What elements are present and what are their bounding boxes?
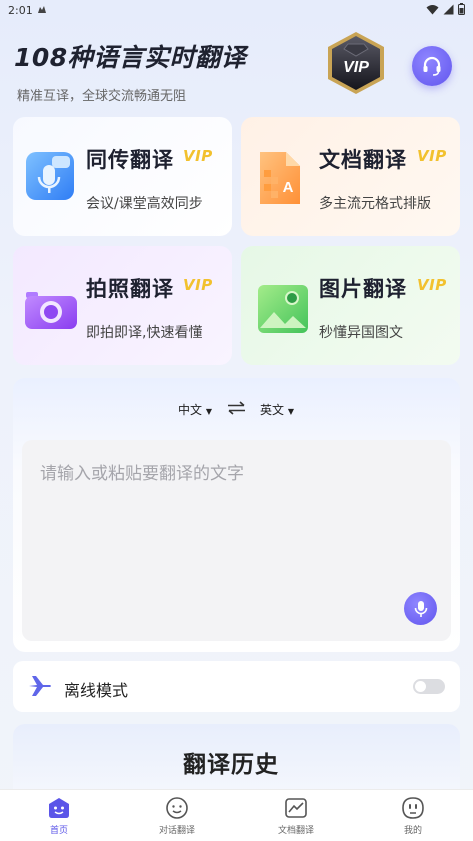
nav-dialog-translation[interactable]: 对话翻译 [137,797,217,836]
swap-icon [228,401,245,415]
camera-icon [24,286,78,334]
customer-service-button[interactable] [412,46,452,86]
home-face-icon [49,798,69,818]
card-image-translation[interactable]: 图片翻译 VIP 秒懂异国图文 [241,246,460,365]
swap-languages-button[interactable] [227,400,246,419]
target-language-select[interactable]: 英文 ▼ [260,401,294,418]
card-title: 同传翻译 [86,148,174,172]
nav-document-translation[interactable]: 文档翻译 [256,797,336,836]
card-document-translation[interactable]: A 文档翻译 VIP 多主流元格式排版 [241,117,460,236]
offline-mode-label: 离线模式 [64,681,129,700]
card-title: 拍照翻译 [86,277,174,301]
target-language-label: 英文 [260,403,285,417]
page-subtitle: 精准互译，全球交流畅通无阻 [17,89,187,104]
document-icon: A [256,150,304,212]
voice-input-button[interactable] [404,592,437,625]
card-description: 秒懂异国图文 [319,325,403,341]
caret-down-icon: ▼ [287,407,294,416]
caret-down-icon: ▼ [205,407,212,416]
headset-icon [423,56,441,76]
status-icons [426,3,465,15]
translation-input-placeholder: 请输入或粘贴要翻译的文字 [40,464,244,484]
signal-icon [443,4,454,14]
offline-mode-toggle[interactable] [413,679,445,694]
nav-home[interactable]: 首页 [19,797,99,836]
vip-badge-label: VIP [343,59,369,76]
card-description: 会议/课堂高效同步 [86,196,203,212]
microphone-icon [414,600,427,617]
card-title: 图片翻译 [319,277,407,301]
card-description: 即拍即译,快速看懂 [86,325,203,341]
status-bar: 2:01 [0,0,473,22]
profile-icon [402,797,424,819]
nav-label: 我的 [403,826,422,836]
card-photo-translation[interactable]: 拍照翻译 VIP 即拍即译,快速看懂 [13,246,232,365]
status-time: 2:01 [8,4,33,17]
picture-icon [257,284,309,338]
nav-label: 首页 [49,826,68,836]
nav-label: 文档翻译 [277,826,314,836]
svg-text:A: A [283,179,294,196]
vip-tag: VIP [417,276,447,294]
source-language-label: 中文 [178,403,203,417]
battery-icon [458,3,465,15]
vip-tag: VIP [417,147,447,165]
chart-doc-icon [285,798,307,818]
card-description: 多主流元格式排版 [319,196,431,212]
card-simultaneous-interpretation[interactable]: 同传翻译 VIP 会议/课堂高效同步 [13,117,232,236]
source-language-select[interactable]: 中文 ▼ [178,401,212,418]
airplane-icon [27,674,53,702]
microphone-icon [24,150,76,208]
history-title: 翻译历史 [183,752,279,778]
nav-profile[interactable]: 我的 [373,797,453,836]
vip-tag: VIP [183,147,213,165]
page-title: 108种语言实时翻译 [14,43,247,72]
chat-icon [166,797,188,819]
toggle-knob [415,681,426,692]
wifi-icon [426,4,439,14]
vip-tag: VIP [183,276,213,294]
notification-icon [37,4,47,17]
vip-badge-button[interactable]: VIP [322,30,390,96]
nav-label: 对话翻译 [158,826,195,836]
card-title: 文档翻译 [319,148,407,172]
